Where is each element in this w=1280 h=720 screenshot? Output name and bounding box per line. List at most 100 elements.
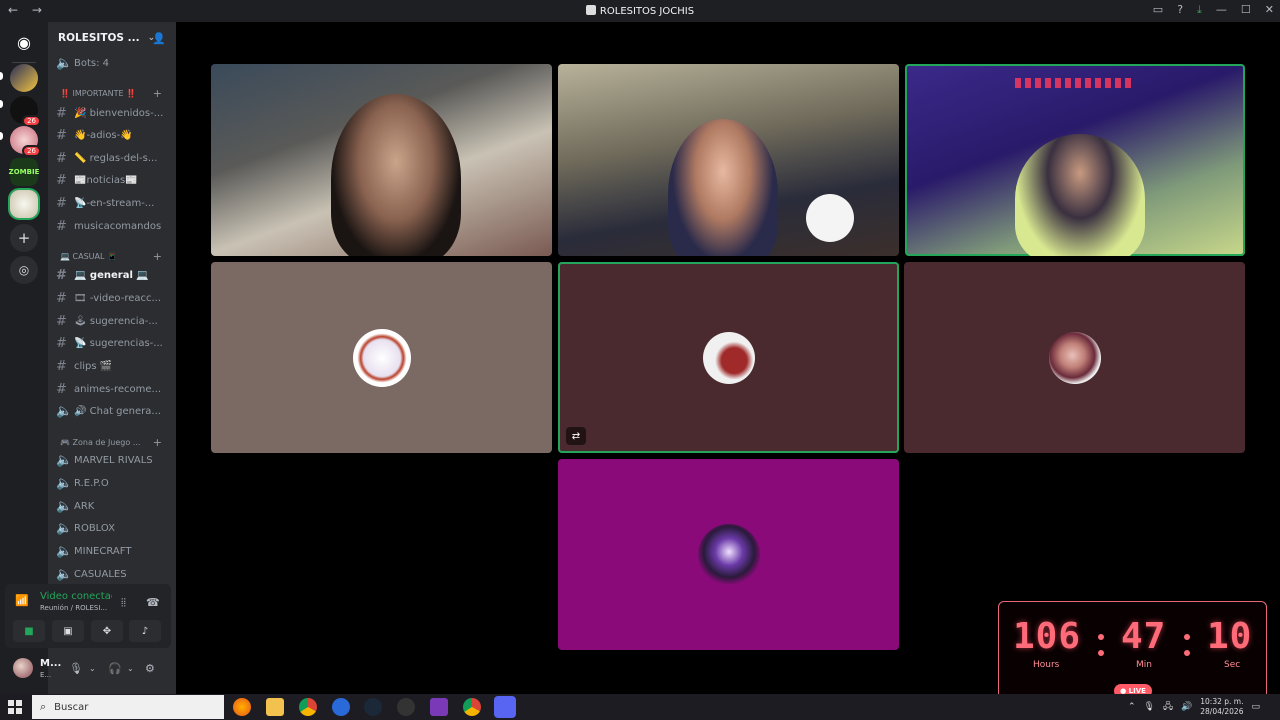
screen-share-button[interactable]: ▣ <box>52 620 84 642</box>
channel-label: MINECRAFT <box>74 545 132 557</box>
category-juegos[interactable]: 🎮 Zona de Juego ... + <box>60 435 172 449</box>
channel-label: 🔊 Chat genera... <box>74 405 161 417</box>
network-icon[interactable]: 🖧 <box>1163 699 1173 715</box>
server-icon <box>585 5 596 15</box>
windows-start-icon[interactable] <box>8 700 22 714</box>
channel-musicacomandos[interactable]: # musicacomandos <box>56 216 172 236</box>
channel-noticias[interactable]: # 📰noticias📰 <box>56 170 172 190</box>
volume-icon[interactable]: 🔊 <box>1181 702 1192 712</box>
hash-icon: # <box>56 105 67 121</box>
microphone-tray-icon[interactable]: 🎙 <box>1144 702 1155 712</box>
channel-animes[interactable]: # animes-recome... <box>56 379 172 399</box>
video-tile-2[interactable] <box>558 64 899 256</box>
discover-icon[interactable]: ◎ <box>10 256 38 284</box>
noise-suppression-icon[interactable]: ⦙⦙ <box>121 596 126 610</box>
channel-label: 🎞 -video-reacc... <box>74 292 162 304</box>
help-icon[interactable]: ? <box>1177 3 1183 17</box>
ccleaner-icon[interactable] <box>332 698 350 716</box>
channel-roblox[interactable]: 🔈 ROBLOX <box>56 518 172 538</box>
notifications-icon[interactable]: ▭ <box>1251 702 1260 712</box>
category-casual[interactable]: 💻 CASUAL 📱 + <box>60 249 172 263</box>
server-icon-current[interactable] <box>10 190 38 218</box>
unread-pill <box>0 72 3 80</box>
video-tile-6[interactable] <box>904 262 1245 453</box>
channel-bienvenidos[interactable]: # 🎉 bienvenidos-... <box>56 103 172 123</box>
avatar[interactable] <box>13 658 33 678</box>
activities-button[interactable]: ✥ <box>91 620 123 642</box>
channel-clips[interactable]: # clips 🎬 <box>56 356 172 376</box>
hash-icon: # <box>56 290 67 306</box>
firefox-icon[interactable] <box>233 698 251 716</box>
channel-bots[interactable]: 🔈 Bots: 4 <box>56 53 172 73</box>
discord-taskbar-icon[interactable] <box>494 696 516 718</box>
server-icon-2[interactable]: 26 <box>10 96 41 127</box>
add-channel-icon[interactable]: + <box>153 250 162 263</box>
taskbar-search[interactable]: ⌕ Buscar <box>32 695 224 719</box>
inbox-icon[interactable]: ▭ <box>1153 3 1163 17</box>
channel-sugerencias[interactable]: # 📡 sugerencias-... <box>56 333 172 353</box>
channel-adios[interactable]: # 👋-adios-👋 <box>56 125 172 145</box>
hash-icon: # <box>56 381 67 397</box>
timer-minutes-label: Min <box>1136 660 1152 670</box>
video-tile-7[interactable] <box>558 459 899 650</box>
chevron-down-icon[interactable]: ⌄ <box>89 664 96 673</box>
server-icon-4[interactable]: ZOMBIE <box>9 158 39 186</box>
hash-icon: # <box>56 127 67 143</box>
speaker-icon: 🔈 <box>56 543 73 559</box>
add-server-icon[interactable]: + <box>10 224 38 252</box>
steam-icon[interactable] <box>364 698 382 716</box>
chrome-profile-icon[interactable] <box>463 698 481 716</box>
headphones-icon[interactable]: 🎧 <box>108 662 122 675</box>
camera-button[interactable]: ■ <box>13 620 45 642</box>
video-tile-3[interactable] <box>905 64 1245 256</box>
add-channel-icon[interactable]: + <box>153 87 162 100</box>
channel-marvel-rivals[interactable]: 🔈 MARVEL RIVALS <box>56 450 172 470</box>
file-explorer-icon[interactable] <box>266 698 284 716</box>
category-importante[interactable]: ‼️ IMPORTANTE ‼️ + <box>60 86 172 100</box>
channel-reglas[interactable]: # 📏 reglas-del-s... <box>56 148 172 168</box>
window-title-text: ROLESITOS JOCHIS <box>599 6 695 17</box>
channel-label: R.E.P.O <box>74 477 109 489</box>
obs-icon[interactable] <box>397 698 415 716</box>
disconnect-icon[interactable]: ☎ <box>146 596 160 609</box>
voice-location[interactable]: Reunión / ROLESI... <box>40 604 112 612</box>
chrome-icon[interactable] <box>299 698 317 716</box>
soundboard-button[interactable]: ♪ <box>129 620 161 642</box>
chevron-down-icon[interactable]: ⌄ <box>127 664 134 673</box>
channel-label: musicacomandos <box>74 220 162 232</box>
signal-icon[interactable]: 📶 <box>15 594 29 607</box>
video-tile-4[interactable] <box>211 262 552 453</box>
app-icon[interactable] <box>430 698 448 716</box>
invite-icon[interactable]: 👤 <box>152 32 166 45</box>
add-channel-icon[interactable]: + <box>153 436 162 449</box>
timer-minutes: 47 <box>1121 616 1167 657</box>
channel-video-reacciones[interactable]: # 🎞 -video-reacc... <box>56 288 172 308</box>
video-tile-1[interactable] <box>211 64 552 256</box>
search-placeholder: Buscar <box>54 701 89 713</box>
server-header[interactable]: ROLESITOS ... ⌄ 👤 <box>48 22 176 54</box>
taskbar: ⌕ Buscar ⌃ 🎙 🖧 🔊 10:32 p. m. 28/04/2026 ▭ <box>0 694 1280 720</box>
channel-sugerencia[interactable]: # 🕹 sugerencia-... <box>56 311 172 331</box>
server-icon-3[interactable]: 26 <box>10 126 41 157</box>
channel-ark[interactable]: 🔈 ARK <box>56 496 172 516</box>
speaker-icon: 🔈 <box>56 403 73 419</box>
channel-repo[interactable]: 🔈 R.E.P.O <box>56 473 172 493</box>
gear-icon[interactable]: ⚙ <box>145 662 155 675</box>
maximize-button[interactable]: ☐ <box>1241 3 1251 17</box>
channel-casuales[interactable]: 🔈 CASUALES <box>56 564 172 584</box>
close-button[interactable]: ✕ <box>1265 3 1274 17</box>
server-icon-1[interactable] <box>10 64 38 92</box>
microphone-icon[interactable]: 🎙 <box>69 662 83 675</box>
channel-minecraft[interactable]: 🔈 MINECRAFT <box>56 541 172 561</box>
channel-chat-general[interactable]: 🔈 🔊 Chat genera... <box>56 401 172 421</box>
timer-seconds-label: Sec <box>1224 660 1241 670</box>
system-clock[interactable]: 10:32 p. m. 28/04/2026 <box>1200 697 1243 717</box>
chevron-up-icon[interactable]: ⌃ <box>1128 702 1136 712</box>
video-tile-5[interactable]: ⇄ <box>558 262 899 453</box>
channel-general[interactable]: # 💻 general 💻 <box>56 265 172 285</box>
speaker-icon: 🔈 <box>56 475 73 491</box>
download-icon[interactable]: ⤓ <box>1197 3 1202 17</box>
discord-home-icon[interactable]: ◉ <box>10 28 38 56</box>
channel-en-stream[interactable]: # 📡-en-stream-... <box>56 193 172 213</box>
minimize-button[interactable]: — <box>1216 3 1227 17</box>
